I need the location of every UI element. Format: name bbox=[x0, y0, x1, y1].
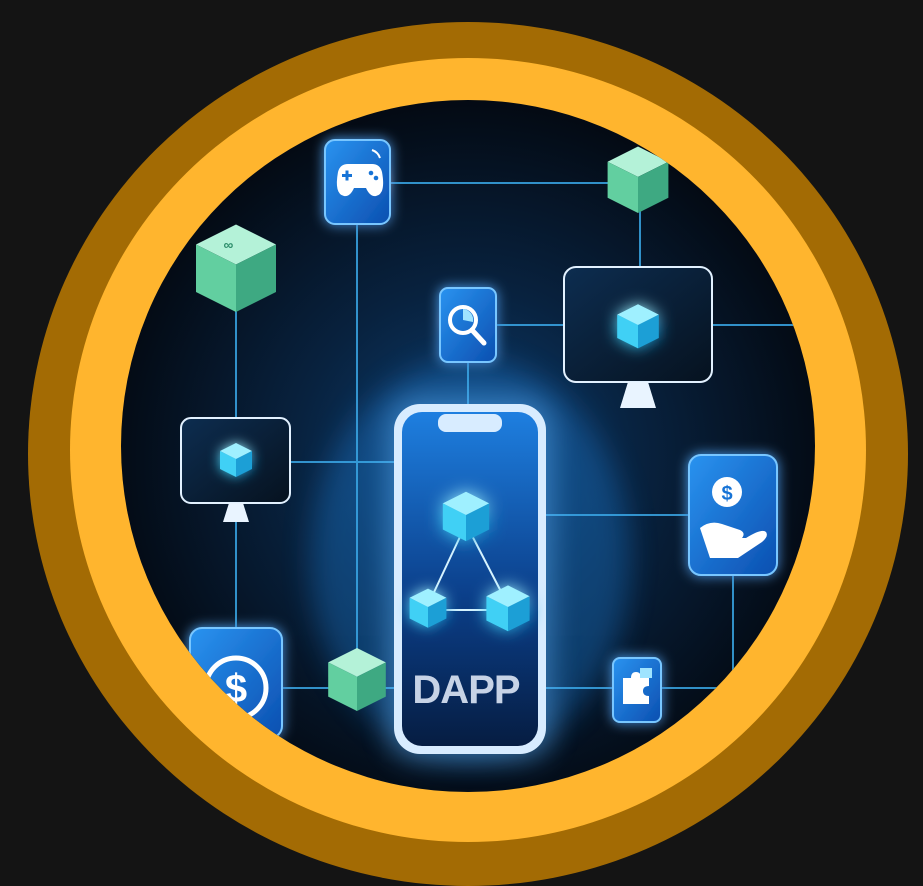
puzzle-icon bbox=[612, 657, 662, 723]
gamepad-icon bbox=[324, 139, 391, 225]
dapp-label: DAPP bbox=[412, 668, 519, 712]
svg-text:∞: ∞ bbox=[224, 238, 234, 253]
analytics-search-icon bbox=[439, 287, 497, 363]
svg-text:$: $ bbox=[721, 483, 732, 505]
dapp-badge-illustration: ∞ $ DAPP $ bbox=[0, 0, 923, 886]
smartphone-icon: DAPP bbox=[388, 398, 552, 760]
dapp-network-svg: ∞ $ DAPP $ bbox=[28, 22, 908, 886]
dollar-hand-icon: $ bbox=[688, 454, 778, 576]
